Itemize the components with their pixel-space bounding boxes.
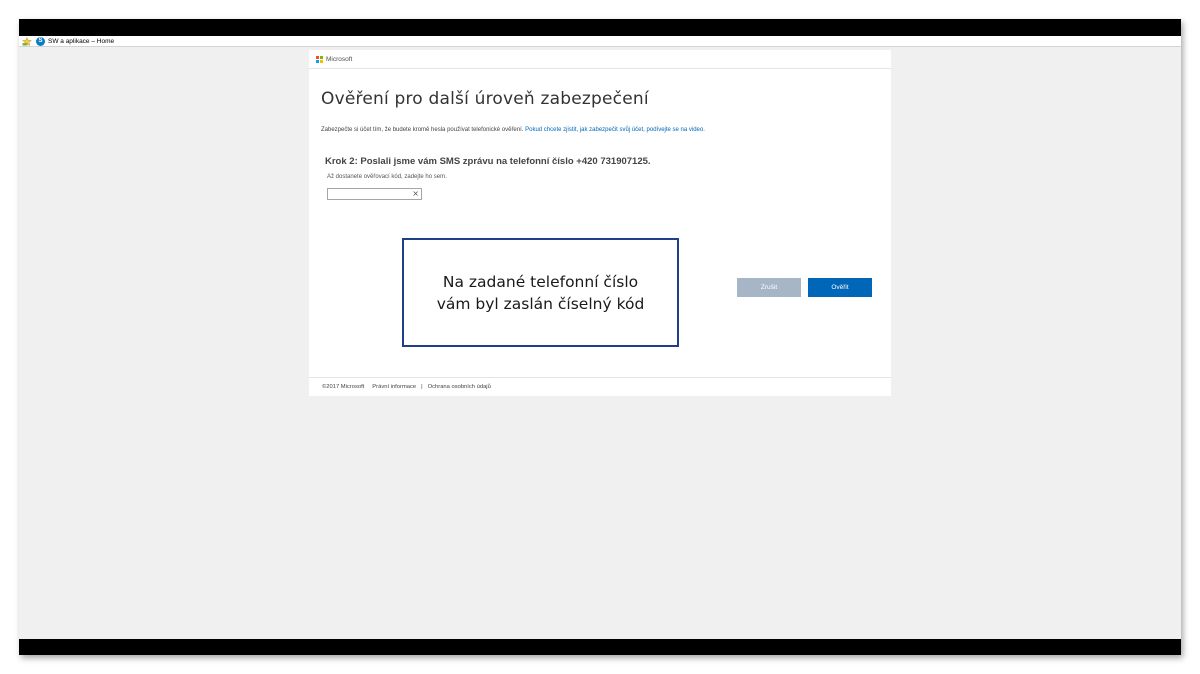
clear-input-icon[interactable]: × (412, 189, 419, 199)
verification-code-field[interactable]: × (327, 188, 422, 208)
page-title: Ověření pro další úroveň zabezpečení (321, 89, 649, 109)
footer-legal-link[interactable]: Právní informace (372, 384, 416, 390)
browser-viewport: S SW a aplikace – Home Microsoft Ověření… (19, 36, 1181, 639)
page-footer: ©2017 Microsoft Právní informace | Ochra… (309, 377, 891, 396)
callout-line-1: Na zadané telefonní číslo (442, 272, 639, 291)
favorites-bar: S SW a aplikace – Home (19, 36, 1181, 47)
sharepoint-icon[interactable]: S (36, 36, 45, 46)
favorite-link-sw-aplikace[interactable]: SW a aplikace – Home (48, 36, 114, 47)
intro-text: Zabezpečte si účet tím, že budete kromě … (321, 127, 705, 133)
microsoft-brand: Microsoft (326, 55, 353, 63)
verification-page: Microsoft Ověření pro další úroveň zabez… (309, 50, 891, 396)
footer-privacy-link[interactable]: Ochrana osobních údajů (428, 384, 491, 390)
verify-button[interactable]: Ověřit (808, 278, 872, 297)
annotation-callout: Na zadané telefonní číslo vám byl zaslán… (402, 238, 679, 347)
callout-line-2: vám byl zaslán číselný kód (436, 294, 645, 313)
footer-copyright: ©2017 Microsoft (322, 384, 365, 390)
favorites-star-icon[interactable] (22, 36, 32, 46)
intro-description: Zabezpečte si účet tím, že budete kromě … (321, 127, 524, 133)
verification-code-input[interactable] (328, 198, 408, 208)
cancel-button[interactable]: Zrušit (737, 278, 801, 297)
footer-separator: | (421, 384, 423, 390)
microsoft-header: Microsoft (309, 50, 891, 69)
step-heading: Krok 2: Poslali jsme vám SMS zprávu na t… (325, 156, 651, 167)
code-hint: Až dostanete ověřovací kód, zadejte ho s… (327, 174, 447, 180)
intro-video-link[interactable]: Pokud chcete zjistit, jak zabezpečit svů… (525, 127, 705, 133)
microsoft-logo-icon (316, 55, 323, 63)
screenshot-frame: S SW a aplikace – Home Microsoft Ověření… (19, 19, 1181, 655)
